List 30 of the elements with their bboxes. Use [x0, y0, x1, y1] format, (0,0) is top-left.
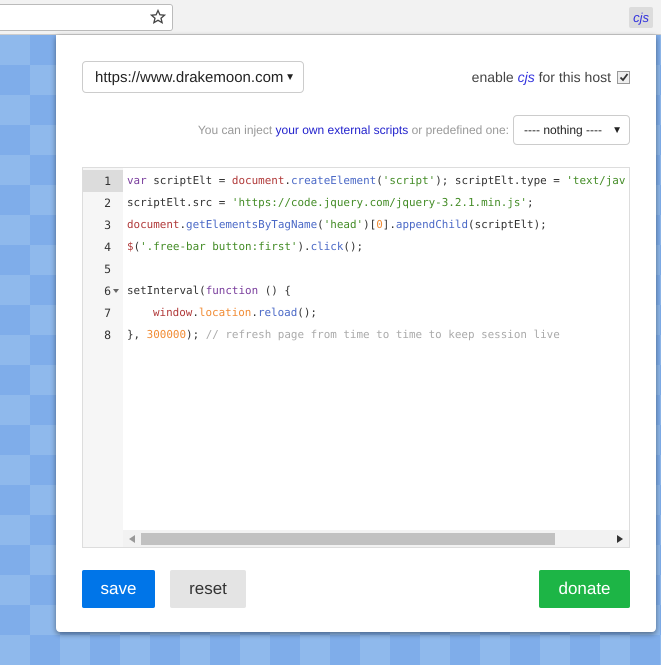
- line-number: 8: [104, 328, 111, 342]
- line-number: 7: [104, 306, 111, 320]
- code-line: }, 300000); // refresh page from time to time to keep session live: [127, 328, 560, 341]
- line-number: 4: [104, 240, 111, 254]
- star-icon[interactable]: [150, 9, 166, 25]
- enable-checkbox[interactable]: [617, 70, 630, 84]
- code-line: scriptElt.src = 'https://code.jquery.com/jquery-3.2.1.min.js';: [127, 196, 534, 209]
- horizontal-scrollbar[interactable]: [123, 530, 629, 547]
- line-number: 3: [104, 218, 111, 232]
- line-number: 6: [104, 284, 111, 298]
- code-line: document.getElementsByTagName('head')[0].appendChild(scriptElt);: [127, 218, 547, 231]
- line-number: 2: [104, 196, 111, 210]
- external-scripts-link[interactable]: your own external scripts: [276, 123, 408, 137]
- code-line: setInterval(function () {: [127, 284, 291, 297]
- predefined-select[interactable]: ---- nothing ---- ▼: [513, 115, 630, 145]
- scroll-right-icon[interactable]: [617, 534, 623, 542]
- save-button[interactable]: save: [82, 570, 155, 608]
- line-number: 5: [104, 262, 111, 276]
- line-number: 1: [104, 174, 111, 188]
- code-line: var scriptElt = document.createElement('script'); scriptElt.type = 'text/jav: [127, 174, 626, 187]
- inject-text: You can inject your own external scripts or predefined one:: [198, 123, 509, 137]
- scrollbar-thumb[interactable]: [141, 532, 555, 544]
- host-select[interactable]: https://www.drakemoon.com▼: [82, 61, 304, 93]
- code-line: $('.free-bar button:first').click();: [127, 240, 364, 253]
- extension-button[interactable]: cjs: [629, 6, 653, 28]
- scroll-left-icon[interactable]: [129, 534, 135, 542]
- enable-label: enable cjs for this host: [472, 69, 611, 85]
- fold-icon[interactable]: [113, 289, 119, 293]
- code-line: window.location.reload();: [152, 306, 317, 319]
- reset-button[interactable]: reset: [170, 570, 246, 608]
